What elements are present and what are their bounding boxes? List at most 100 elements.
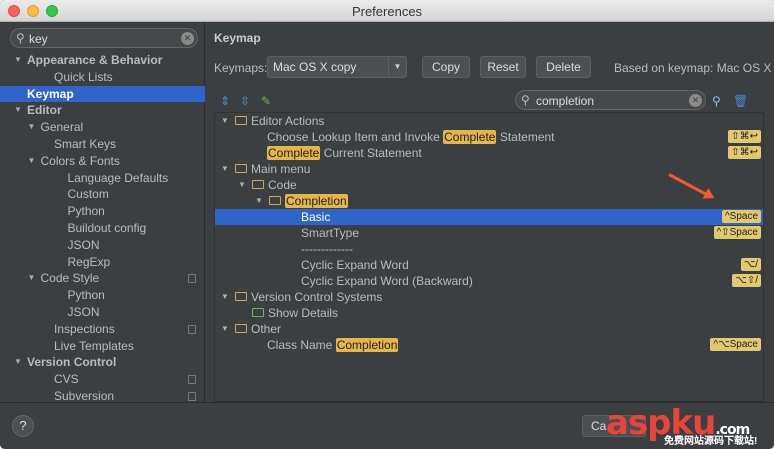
help-button[interactable]: ? xyxy=(12,415,34,437)
project-copy-icon xyxy=(188,324,196,334)
sidebar-item-label: Colors & Fonts xyxy=(40,153,120,168)
sidebar-item-label: Live Templates xyxy=(54,338,134,353)
settings-search-value: key xyxy=(29,32,48,46)
expand-arrow-icon[interactable]: ▼ xyxy=(221,113,229,129)
shortcut-badge: ⇧⌘↩ xyxy=(728,146,761,159)
copy-button[interactable]: Copy xyxy=(422,56,470,78)
clear-search-icon[interactable]: ✕ xyxy=(181,32,194,45)
sidebar-item-label: Buildout config xyxy=(67,220,147,235)
based-on-keymap: Based on keymap: Mac OS X xyxy=(614,61,772,75)
sidebar-item[interactable]: Python xyxy=(0,287,205,304)
shortcut-badge: ^⌥Space xyxy=(710,338,761,351)
keymap-select[interactable]: Mac OS X copy ▼ xyxy=(267,56,407,78)
shortcut-badge: ⌥/ xyxy=(740,258,761,271)
dialog-footer: ? Ca aspku.com 免费网站源码下载站! xyxy=(0,402,774,449)
trash-icon[interactable]: 🗑 xyxy=(733,94,748,108)
other-icon xyxy=(235,324,247,333)
sidebar-item[interactable]: ▼ Editor xyxy=(0,102,205,119)
menu-icon xyxy=(235,164,247,173)
action-row[interactable]: Cyclic Expand Word ⌥/ xyxy=(215,257,763,273)
project-copy-icon xyxy=(188,274,196,284)
expand-arrow-icon[interactable]: ▼ xyxy=(28,270,36,287)
sidebar-item[interactable]: Buildout config xyxy=(0,220,205,237)
keymap-select-value: Mac OS X copy xyxy=(273,60,357,74)
find-shortcut-icon[interactable]: ⚲ xyxy=(712,94,721,108)
keymap-panel: Keymap Keymaps: Mac OS X copy ▼ Copy Res… xyxy=(206,22,774,402)
action-row[interactable]: ▼ Other xyxy=(215,321,763,337)
sidebar-item[interactable]: Python xyxy=(0,203,205,220)
action-search-value: completion xyxy=(536,94,595,108)
sidebar-item-label: Editor xyxy=(27,103,62,118)
sidebar-item[interactable]: CVS xyxy=(0,371,205,388)
expand-arrow-icon[interactable]: ▼ xyxy=(221,321,229,337)
action-row[interactable]: Basic ^Space xyxy=(215,209,763,225)
sidebar-item-label: Appearance & Behavior xyxy=(27,53,163,67)
delete-button[interactable]: Delete xyxy=(536,56,591,78)
action-row[interactable]: ▼ Completion xyxy=(215,193,763,209)
sidebar-item[interactable]: ▼ General xyxy=(0,119,205,136)
action-row[interactable]: SmartType ^⇧Space xyxy=(215,225,763,241)
watermark-caption: 免费网站源码下载站! xyxy=(664,436,758,447)
action-row[interactable]: Show Details xyxy=(215,305,763,321)
settings-sidebar: ⚲ key ✕ ▼ Appearance & Behavior Quick List… xyxy=(0,22,205,405)
sidebar-item-label: Python xyxy=(67,204,105,219)
sidebar-item[interactable]: Keymap xyxy=(0,85,205,103)
expand-arrow-icon[interactable]: ▼ xyxy=(28,153,36,170)
sidebar-item-label: Version Control xyxy=(27,355,117,370)
sidebar-item[interactable]: Quick Lists xyxy=(0,69,205,86)
settings-search-input[interactable]: ⚲ key ✕ xyxy=(10,28,198,48)
preferences-window: Preferences ⚲ key ✕ ▼ Appearance & Behavi… xyxy=(0,0,774,449)
action-row[interactable]: Cyclic Expand Word (Backward) ⌥⇧/ xyxy=(215,273,763,289)
sidebar-item[interactable]: ▼ Code Style xyxy=(0,270,205,287)
action-label: Completion xyxy=(285,194,348,208)
sidebar-item[interactable]: Custom xyxy=(0,186,205,203)
shortcut-badge: ⇧⌘↩ xyxy=(728,130,761,143)
sidebar-item[interactable]: Smart Keys xyxy=(0,136,205,153)
action-label: Main menu xyxy=(251,162,311,176)
reset-button[interactable]: Reset xyxy=(480,56,526,78)
sidebar-item[interactable]: ▼ Version Control xyxy=(0,354,205,371)
action-row[interactable]: Class Name Completion ^⌥Space xyxy=(215,337,763,353)
expand-all-icon[interactable]: ⇕ xyxy=(220,94,230,108)
action-search-input[interactable]: ⚲ completion ✕ xyxy=(515,90,706,110)
sidebar-item-label: Inspections xyxy=(54,321,115,336)
sidebar-item[interactable]: ▼ Colors & Fonts xyxy=(0,153,205,170)
shortcut-badge: ^⇧Space xyxy=(713,226,761,239)
sidebar-item[interactable]: ▼ Appearance & Behavior xyxy=(0,52,205,69)
sidebar-item[interactable]: Live Templates xyxy=(0,338,205,355)
expand-arrow-icon[interactable]: ▼ xyxy=(28,119,36,136)
settings-tree: ▼ Appearance & Behavior Quick Lists Keymap ▼… xyxy=(0,52,205,405)
action-row[interactable]: ▼ Main menu xyxy=(215,161,763,177)
action-label: SmartType xyxy=(301,226,360,240)
sidebar-item-label: Smart Keys xyxy=(54,136,117,151)
expand-arrow-icon[interactable]: ▼ xyxy=(14,354,22,371)
clear-search-icon[interactable]: ✕ xyxy=(689,94,702,107)
sidebar-item[interactable]: JSON xyxy=(0,237,205,254)
action-row[interactable]: Choose Lookup Item and Invoke Complete S… xyxy=(215,129,763,145)
sidebar-item-label: Code Style xyxy=(40,271,100,286)
sidebar-item-label: JSON xyxy=(67,304,100,319)
action-label: Show Details xyxy=(268,306,339,320)
action-row[interactable]: Complete Current Statement ⇧⌘↩ xyxy=(215,145,763,161)
action-label: Other xyxy=(251,322,282,336)
edit-pencil-icon[interactable]: ✎ xyxy=(261,94,271,108)
expand-arrow-icon[interactable]: ▼ xyxy=(14,102,22,119)
sidebar-item[interactable]: Language Defaults xyxy=(0,170,205,187)
collapse-all-icon[interactable]: ⇳ xyxy=(240,94,250,108)
expand-arrow-icon[interactable]: ▼ xyxy=(238,177,246,193)
page-title: Keymap xyxy=(214,31,261,45)
action-label: Cyclic Expand Word (Backward) xyxy=(301,274,473,288)
sidebar-item[interactable]: JSON xyxy=(0,304,205,321)
action-label: Choose Lookup Item and Invoke Complete S… xyxy=(267,130,555,144)
sidebar-item[interactable]: RegExp xyxy=(0,254,205,271)
sidebar-item-label: RegExp xyxy=(67,254,111,269)
expand-arrow-icon[interactable]: ▼ xyxy=(14,52,22,69)
sidebar-item[interactable]: Inspections xyxy=(0,321,205,338)
action-row[interactable]: ------------- xyxy=(215,241,763,257)
expand-arrow-icon[interactable]: ▼ xyxy=(255,193,263,209)
expand-arrow-icon[interactable]: ▼ xyxy=(221,289,229,305)
action-row[interactable]: ▼ Version Control Systems xyxy=(215,289,763,305)
action-row[interactable]: ▼ Editor Actions xyxy=(215,113,763,129)
expand-arrow-icon[interactable]: ▼ xyxy=(221,161,229,177)
search-icon: ⚲ xyxy=(521,93,530,107)
